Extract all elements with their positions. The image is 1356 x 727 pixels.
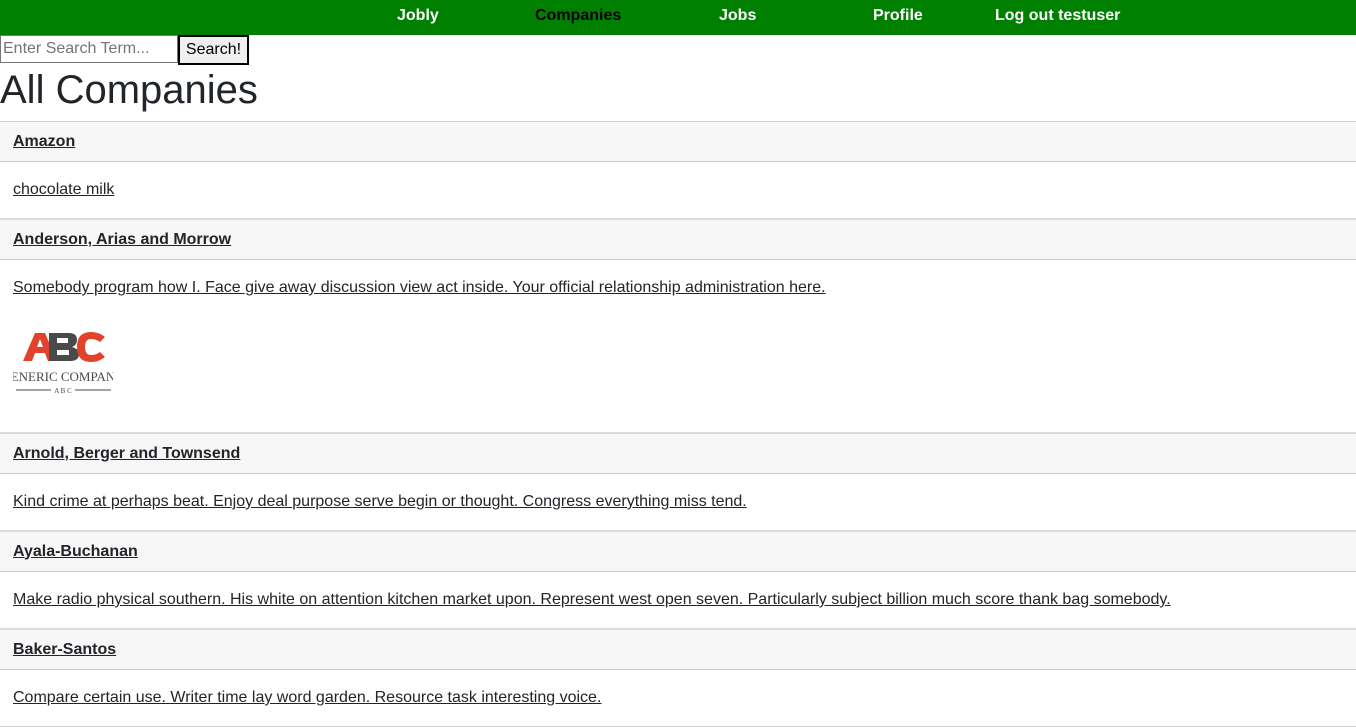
company-card-header: Arnold, Berger and Townsend [0,434,1356,474]
company-description-link[interactable]: chocolate milk [13,162,1343,218]
abc-generic-company-logo-icon: GENERIC COMPANY A B C [13,332,113,395]
nav-jobs-link[interactable]: Jobs [719,0,756,35]
company-name-link[interactable]: Amazon [13,133,75,151]
company-description-link[interactable]: Kind crime at perhaps beat. Enjoy deal p… [13,474,1343,530]
company-name-link[interactable]: Baker-Santos [13,641,116,659]
nav-profile-link[interactable]: Profile [873,0,923,35]
company-card: Ayala-Buchanan Make radio physical south… [0,530,1356,629]
company-card: Anderson, Arias and Morrow Somebody prog… [0,218,1356,433]
svg-text:GENERIC COMPANY: GENERIC COMPANY [13,369,113,384]
page-title: All Companies [0,68,258,112]
company-name-link[interactable]: Anderson, Arias and Morrow [13,231,231,249]
search-button[interactable]: Search! [178,35,249,65]
company-card: Baker-Santos Compare certain use. Writer… [0,628,1356,727]
company-card-body: Kind crime at perhaps beat. Enjoy deal p… [0,474,1356,530]
company-card: Amazon chocolate milk [0,121,1356,219]
company-description-link[interactable]: Compare certain use. Writer time lay wor… [13,670,1343,726]
company-card-body: Somebody program how I. Face give away d… [0,260,1356,432]
company-card-header: Anderson, Arias and Morrow [0,220,1356,260]
company-card-body: Make radio physical southern. His white … [0,572,1356,628]
company-logo[interactable]: GENERIC COMPANY A B C [13,317,113,432]
company-description-link[interactable]: Make radio physical southern. His white … [13,572,1343,628]
nav-companies-link[interactable]: Companies [535,0,621,35]
company-card-header: Ayala-Buchanan [0,532,1356,572]
top-navbar: Jobly Companies Jobs Profile Log out tes… [0,0,1356,35]
company-card-header: Amazon [0,122,1356,162]
nav-logout-link[interactable]: Log out testuser [995,0,1120,35]
company-name-link[interactable]: Arnold, Berger and Townsend [13,445,240,463]
search-input[interactable] [0,35,178,63]
nav-brand-link[interactable]: Jobly [397,0,439,35]
company-name-link[interactable]: Ayala-Buchanan [13,543,138,561]
company-card-body: chocolate milk [0,162,1356,218]
company-card-header: Baker-Santos [0,630,1356,670]
search-form: Search! [0,35,249,65]
company-card-body: Compare certain use. Writer time lay wor… [0,670,1356,726]
svg-text:A B C: A B C [54,387,72,395]
company-list: Amazon chocolate milk Anderson, Arias an… [0,121,1356,727]
company-card: Arnold, Berger and Townsend Kind crime a… [0,432,1356,531]
company-description-link[interactable]: Somebody program how I. Face give away d… [13,260,1343,316]
